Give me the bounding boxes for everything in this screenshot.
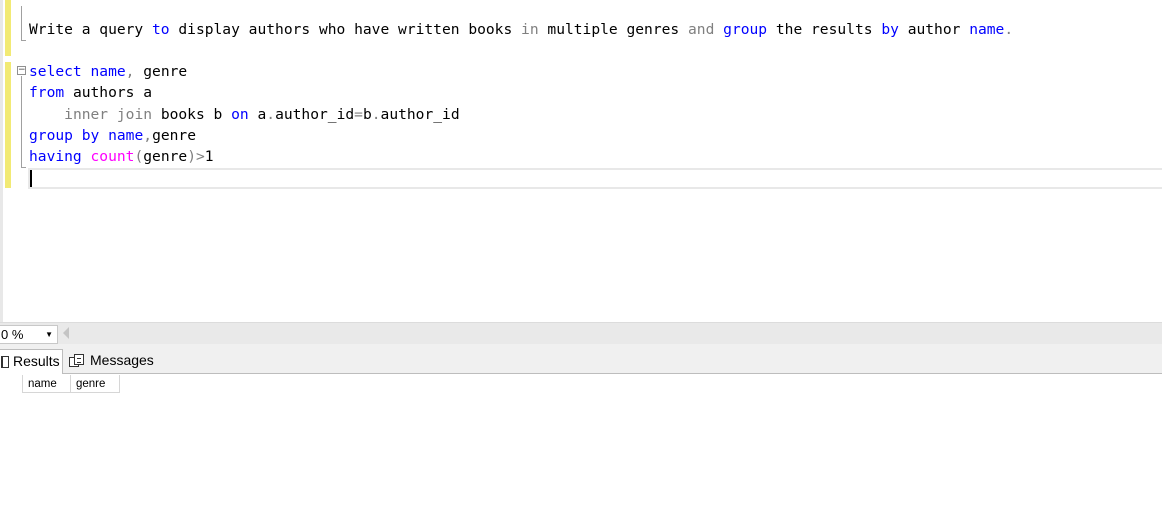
code-token: genre: [152, 127, 196, 144]
code-token: by: [81, 127, 100, 144]
outline-line: [21, 76, 22, 168]
code-line-from: from authors a: [29, 83, 152, 103]
code-token: author_id: [275, 106, 355, 123]
code-token: select: [29, 63, 82, 80]
code-token: author: [898, 21, 970, 38]
zoom-value: 0 %: [1, 327, 24, 342]
change-marker: [5, 62, 11, 188]
tab-messages[interactable]: Messages: [66, 349, 158, 374]
code-token: author_id: [380, 106, 460, 123]
code-line-select: select name, genre: [29, 62, 187, 82]
code-token: and: [688, 21, 715, 38]
code-token: display authors who have written books: [169, 21, 522, 38]
column-header-genre[interactable]: genre: [71, 375, 120, 393]
editor-left-border: [0, 0, 3, 322]
grid-icon: [1, 356, 9, 369]
zoom-bar: 0 % ▼: [0, 322, 1162, 344]
collapse-toggle-icon[interactable]: −: [17, 66, 26, 75]
code-token: inner join: [64, 106, 153, 123]
code-line-having: having count(genre)>1: [29, 147, 214, 167]
code-token: having: [29, 148, 82, 165]
code-line-group-by: group by name,genre: [29, 126, 196, 146]
tab-results[interactable]: Results: [0, 349, 63, 374]
results-grid: name genre: [0, 375, 1162, 516]
code-token: name: [90, 63, 126, 80]
code-token: the results: [767, 21, 882, 38]
current-line-highlight: [28, 168, 1162, 189]
code-token: multiple genres: [538, 21, 688, 38]
code-token: .: [266, 106, 276, 123]
code-token: Write a query: [29, 21, 153, 38]
code-token: in: [521, 21, 539, 38]
chevron-down-icon[interactable]: ▼: [45, 326, 53, 343]
row-header-corner: [0, 375, 23, 393]
code-line-join: inner join books b on a.author_id=b.auth…: [29, 105, 460, 125]
code-token: books b: [152, 106, 232, 123]
code-token: .: [1004, 21, 1014, 38]
code-token: )>: [187, 148, 205, 165]
code-token: name: [969, 21, 1005, 38]
code-token: genre: [134, 63, 188, 80]
change-marker: [5, 0, 11, 56]
code-token: name: [108, 127, 144, 144]
tab-results-label: Results: [13, 353, 60, 369]
column-header-name[interactable]: name: [23, 375, 71, 393]
code-token: group: [29, 127, 73, 144]
code-token: to: [152, 21, 170, 38]
outline-tick: [21, 167, 26, 168]
zoom-dropdown[interactable]: 0 % ▼: [0, 325, 58, 344]
outline-line: [21, 6, 22, 40]
code-token: 1: [204, 148, 214, 165]
code-token: on: [231, 106, 249, 123]
code-token: from: [29, 84, 65, 101]
outline-tick: [21, 40, 26, 41]
code-token: count: [90, 148, 135, 165]
code-token: b: [362, 106, 372, 123]
code-token: authors a: [64, 84, 153, 101]
comment-line: Write a query to display authors who hav…: [29, 20, 1013, 40]
results-tab-strip: Results Messages: [0, 344, 1162, 374]
code-token: genre: [143, 148, 188, 165]
code-token: (: [134, 148, 144, 165]
code-token: ,: [143, 127, 153, 144]
messages-icon: [69, 354, 85, 368]
code-token: group: [723, 21, 768, 38]
query-editor[interactable]: − Write a query to display authors who h…: [0, 0, 1162, 322]
code-token: .: [371, 106, 381, 123]
tab-messages-label: Messages: [90, 352, 154, 368]
scroll-left-arrow-icon[interactable]: [63, 327, 69, 339]
code-token: a: [248, 106, 267, 123]
text-caret: [30, 170, 32, 187]
code-token: by: [881, 21, 899, 38]
code-token: =: [354, 106, 363, 123]
